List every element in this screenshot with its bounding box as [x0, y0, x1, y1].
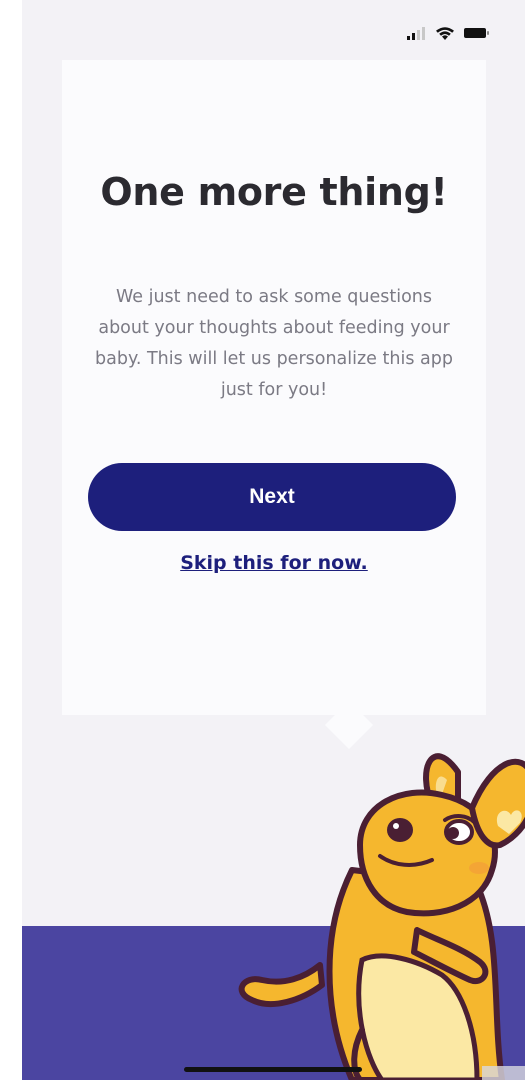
description-line: baby. This will let us personalize this … — [95, 349, 453, 369]
status-bar — [407, 20, 491, 46]
info-card: One more thing! We just need to ask some… — [62, 60, 486, 715]
battery-icon — [464, 28, 489, 38]
watermark — [482, 1066, 525, 1080]
cellular-signal-icon — [407, 27, 425, 40]
description-line: about your thoughts about feeding your — [98, 318, 450, 338]
onboarding-screen: One more thing! We just need to ask some… — [22, 0, 525, 1080]
next-button-label: Next — [249, 485, 295, 508]
wifi-icon — [436, 26, 454, 40]
page-title: One more thing! — [100, 170, 448, 214]
home-indicator — [184, 1067, 362, 1072]
skip-link[interactable]: Skip this for now. — [62, 552, 486, 574]
next-button[interactable]: Next — [88, 463, 456, 531]
description-text: We just need to ask some questions about… — [72, 282, 476, 406]
description-line: just for you! — [220, 380, 328, 400]
kangaroo-mascot-icon — [238, 753, 525, 1080]
description-line: We just need to ask some questions — [116, 287, 432, 307]
